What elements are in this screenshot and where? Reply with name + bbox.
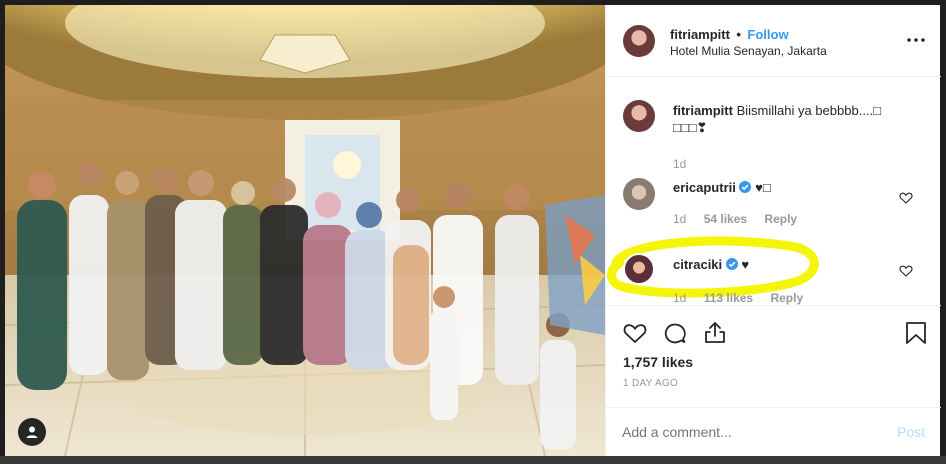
post-date[interactable]: 1 DAY AGO [623, 378, 678, 389]
caption-avatar[interactable] [623, 100, 655, 132]
comment-body: citraciki ♥ [673, 257, 749, 272]
comment-icon[interactable] [662, 320, 688, 346]
heart-icon[interactable] [622, 320, 648, 346]
comment-username[interactable]: citraciki [673, 257, 722, 272]
comment-text: ♥ [741, 257, 750, 272]
post-header: fitriampitt • Follow Hotel Mulia Senayan… [606, 5, 941, 77]
likes-count[interactable]: 1,757 likes [623, 354, 693, 370]
heart-icon[interactable] [899, 191, 913, 205]
post-comment-button[interactable]: Post [897, 424, 925, 440]
post-side-panel: fitriampitt • Follow Hotel Mulia Senayan… [605, 5, 941, 456]
comment-age[interactable]: 1d [673, 291, 686, 305]
comment-input[interactable] [622, 422, 872, 442]
comment-meta: 1d 113 likes Reply [673, 291, 803, 305]
author-avatar[interactable] [623, 25, 655, 57]
verified-icon [739, 181, 752, 193]
comment-username[interactable]: ericaputrii [673, 180, 736, 195]
comment-meta: 1d 54 likes Reply [673, 212, 797, 226]
follow-button[interactable]: Follow [747, 27, 788, 42]
group-photo-illustration [5, 5, 605, 456]
comment-likes[interactable]: 54 likes [704, 212, 747, 226]
post-photo[interactable] [5, 5, 605, 456]
more-options-button[interactable] [906, 33, 926, 47]
comment-avatar[interactable] [623, 178, 655, 210]
heart-icon[interactable] [899, 264, 913, 278]
post-location[interactable]: Hotel Mulia Senayan, Jakarta [670, 44, 827, 58]
comment-text: ♥□ [755, 180, 771, 195]
share-icon[interactable] [702, 320, 728, 346]
caption-text-line2: □□□❣ [673, 120, 708, 135]
user-tag-icon [26, 426, 38, 438]
caption-age[interactable]: 1d [673, 157, 686, 171]
caption-text: Biismillahi ya bebbbb....□ [736, 103, 881, 118]
post-actions: 1,757 likes 1 DAY AGO [606, 305, 941, 407]
reply-button[interactable]: Reply [764, 212, 797, 226]
caption-text-block: fitriampitt Biismillahi ya bebbbb....□ □… [673, 102, 913, 136]
comment-item: ericaputrii ♥□ 1d 54 likes Reply [606, 170, 941, 232]
header-name-row: fitriampitt • Follow [670, 26, 789, 44]
caption-username[interactable]: fitriampitt [673, 103, 733, 118]
bookmark-icon[interactable] [904, 320, 928, 346]
separator-dot: • [736, 27, 741, 42]
user-tag-button[interactable] [18, 418, 46, 446]
instagram-post-modal: fitriampitt • Follow Hotel Mulia Senayan… [0, 0, 946, 464]
add-comment-bar: Post [606, 407, 941, 456]
caption: fitriampitt Biismillahi ya bebbbb....□ □… [606, 90, 941, 171]
comment-age[interactable]: 1d [673, 212, 686, 226]
comment-avatar[interactable] [623, 253, 655, 285]
comment-likes[interactable]: 113 likes [704, 291, 753, 305]
reply-button[interactable]: Reply [770, 291, 803, 305]
author-username[interactable]: fitriampitt [670, 27, 730, 42]
background-strip [0, 456, 946, 464]
more-icon [907, 38, 925, 42]
verified-icon [725, 258, 738, 270]
comment-body: ericaputrii ♥□ [673, 180, 771, 195]
comment-item-highlighted: citraciki ♥ 1d 113 likes Reply [606, 233, 941, 305]
